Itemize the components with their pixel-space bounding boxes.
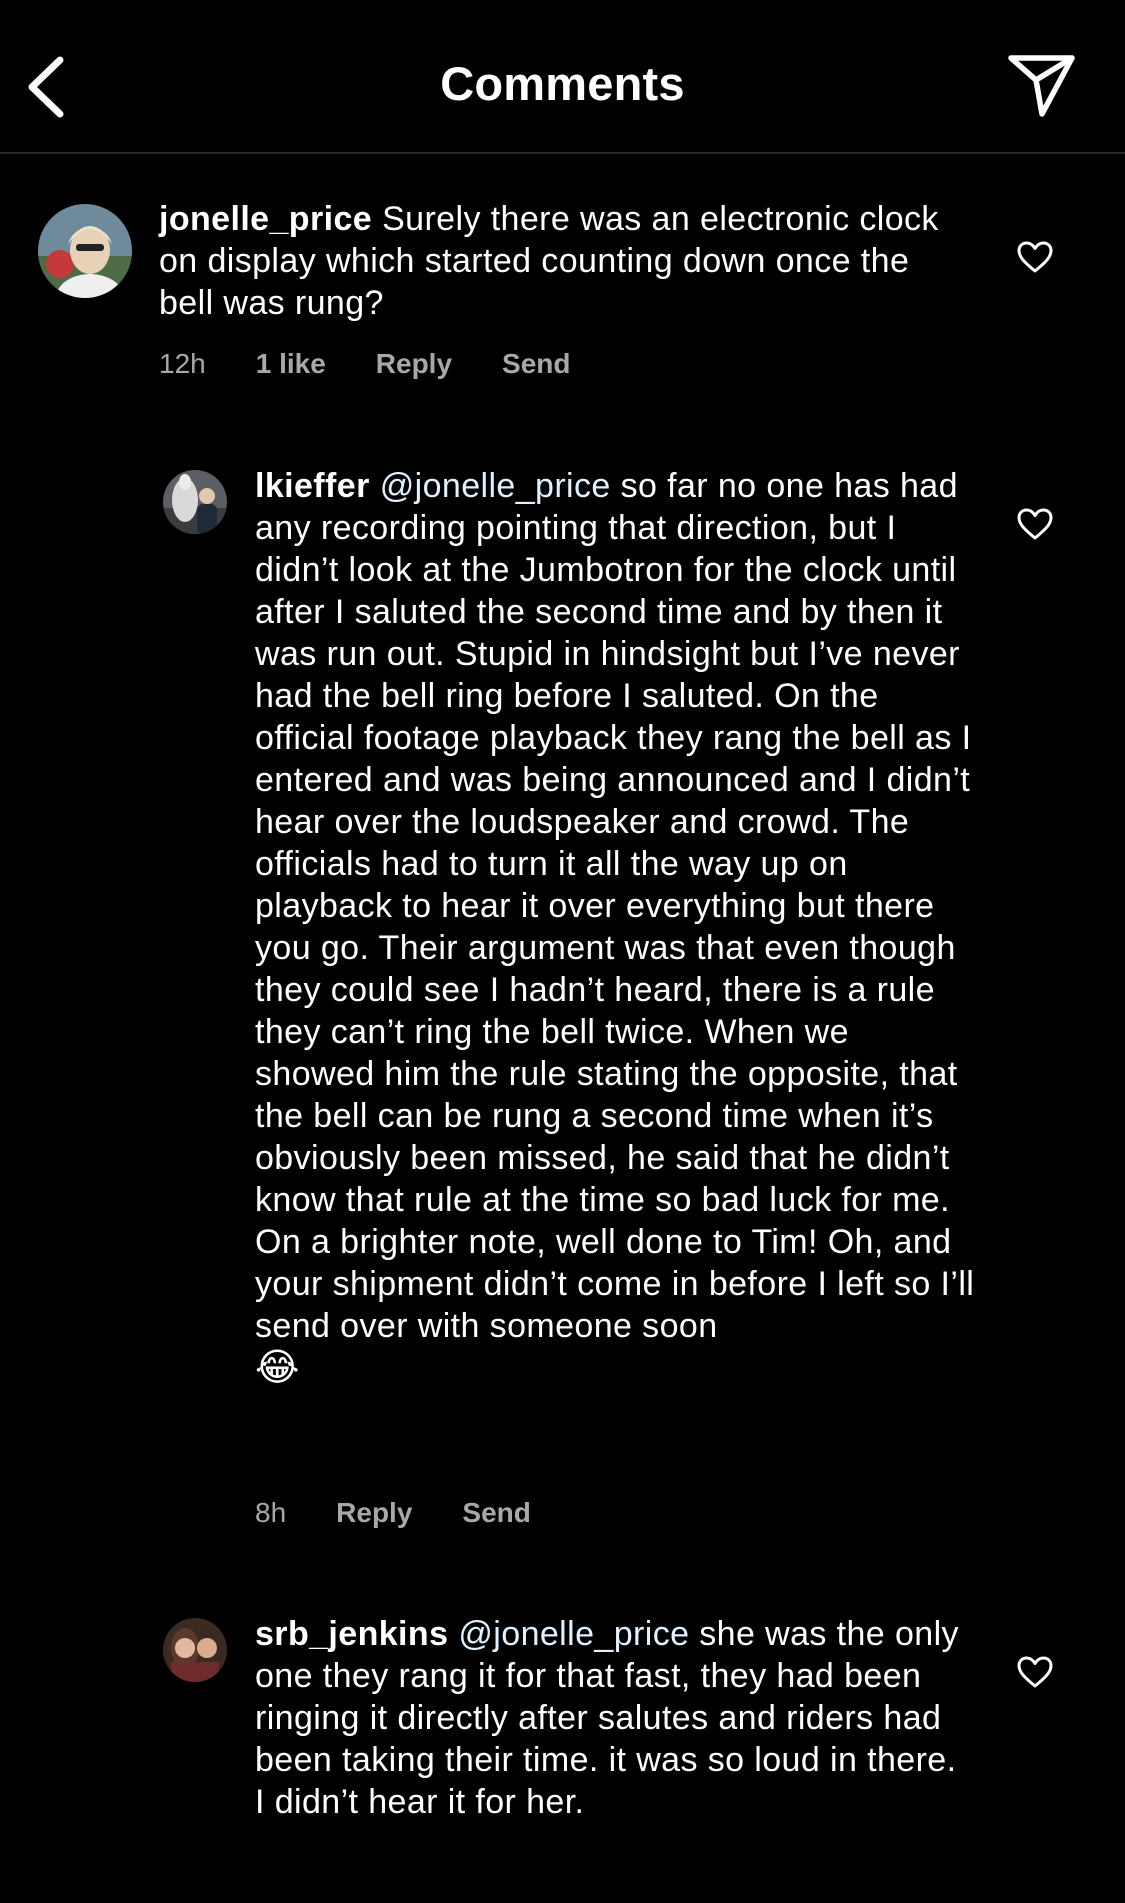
comment-time: 12h (159, 348, 206, 379)
comment-meta: 12h 1 like Reply Send (159, 348, 621, 380)
comment-username[interactable]: srb_jenkins (255, 1615, 448, 1653)
comment-mention[interactable]: @jonelle_price (458, 1615, 689, 1653)
paper-plane-icon[interactable] (1006, 52, 1076, 118)
avatar[interactable] (163, 470, 227, 534)
comment-body: so far no one has had any recording poin… (255, 467, 975, 1345)
reply-button[interactable]: Reply (376, 348, 452, 379)
heart-outline-icon[interactable] (1016, 1655, 1054, 1689)
comment-mention[interactable]: @jonelle_price (380, 467, 611, 505)
comment-username[interactable]: jonelle_price (159, 200, 372, 238)
laughing-emoji: 😂 (255, 1347, 300, 1389)
page-title: Comments (440, 57, 685, 110)
heart-outline-icon[interactable] (1016, 240, 1054, 274)
comment-time: 8h (255, 1497, 287, 1528)
send-button[interactable]: Send (502, 348, 570, 379)
likes-count[interactable]: 1 like (256, 348, 326, 379)
comment-meta: 8h Reply Send (255, 1497, 581, 1529)
comment-text: jonelle_price Surely there was an electro… (159, 198, 959, 324)
send-button[interactable]: Send (462, 1497, 530, 1528)
heart-outline-icon[interactable] (1016, 507, 1054, 541)
avatar[interactable] (38, 204, 132, 298)
avatar[interactable] (163, 1618, 227, 1682)
comment-text: lkieffer @jonelle_price so far no one has… (255, 465, 975, 1390)
header-bar: Comments (0, 0, 1125, 154)
comment-text: srb_jenkins @jonelle_price she was the on… (255, 1613, 975, 1823)
reply-button[interactable]: Reply (336, 1497, 412, 1528)
comment-username[interactable]: lkieffer (255, 467, 370, 505)
